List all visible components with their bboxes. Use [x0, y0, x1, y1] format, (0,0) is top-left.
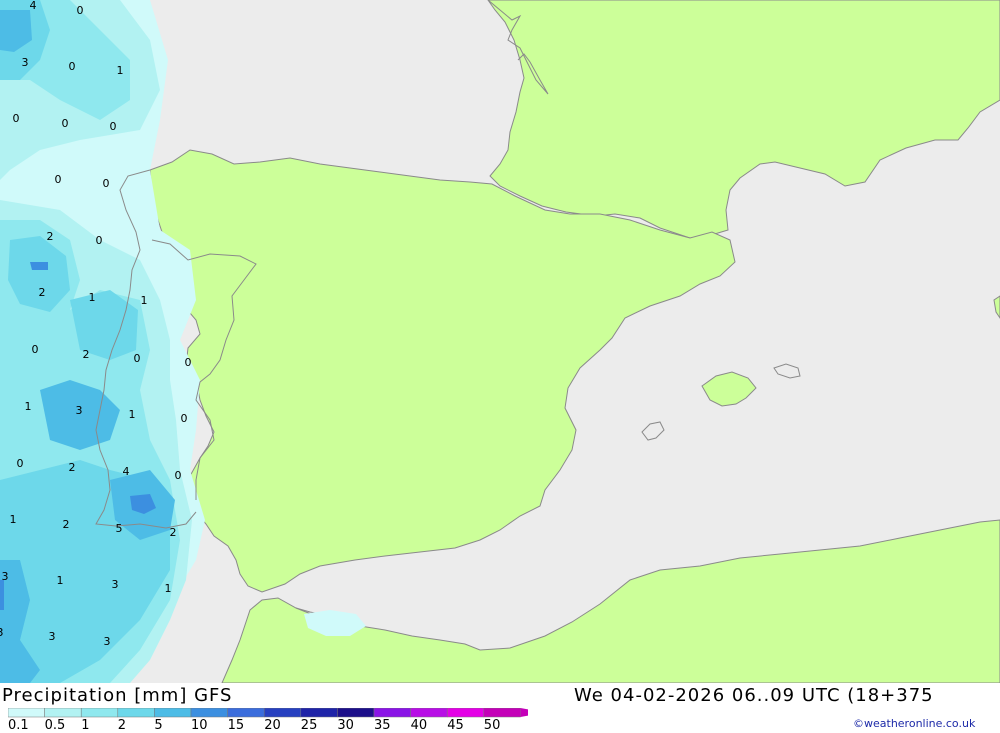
point-value: 2: [39, 286, 46, 299]
point-value: 0: [181, 412, 188, 425]
point-value: 1: [25, 400, 32, 413]
map-title: Precipitation [mm] GFS: [2, 685, 233, 706]
point-value: 0: [134, 352, 141, 365]
point-value: 1: [10, 513, 17, 526]
valid-time: We 04-02-2026 06..09 UTC (18+375: [574, 685, 934, 706]
point-value: 0: [13, 112, 20, 125]
point-value: 1: [89, 291, 96, 304]
legend-swatch: [446, 708, 485, 718]
point-value: 2: [69, 461, 76, 474]
point-value: 0: [110, 120, 117, 133]
legend-swatch: [227, 708, 265, 718]
legend-label: 35: [374, 718, 391, 730]
legend-swatch: [410, 708, 448, 718]
point-value: 4: [30, 0, 37, 12]
legend-swatch: [337, 708, 375, 718]
legend-label: 20: [264, 718, 281, 730]
legend-swatch: [263, 708, 302, 718]
point-value: 0: [69, 60, 76, 73]
legend-swatch: [44, 708, 82, 718]
point-value: 3: [104, 635, 111, 648]
legend-label: 5: [154, 718, 162, 730]
legend-label: 0.1: [8, 718, 29, 730]
legend-label: 40: [411, 718, 428, 730]
precip-band-10-mid: [30, 262, 48, 270]
legend-label: 2: [118, 718, 126, 730]
legend-swatch: [80, 708, 119, 718]
legend-label: 0.5: [45, 718, 66, 730]
point-value: 4: [123, 465, 130, 478]
credit-link[interactable]: ©weatheronline.co.uk: [853, 717, 975, 730]
legend-label: 1: [81, 718, 89, 730]
legend-swatch: [154, 708, 192, 718]
point-value: 0: [32, 343, 39, 356]
point-value: 2: [83, 348, 90, 361]
point-value: 0: [185, 356, 192, 369]
legend-swatch: [373, 708, 411, 718]
point-value: 0: [55, 173, 62, 186]
precipitation-map: 4 0 3 0 1 0 0 0 0 0 2 0 2 1 1 0 2 0 0 1 3 1 0 0 2 4 0 1 2 5 2 3 1 3 1 3 3 3: [0, 0, 1000, 683]
legend-label: 30: [337, 718, 354, 730]
point-value: 0: [103, 177, 110, 190]
point-value: 1: [141, 294, 148, 307]
point-value: 3: [112, 578, 119, 591]
legend-label: 50: [484, 718, 501, 730]
precip-band-10-sw: [0, 580, 4, 610]
legend-label: 15: [228, 718, 245, 730]
legend-swatch: [483, 708, 521, 718]
point-value: 3: [49, 630, 56, 643]
point-value: 3: [2, 570, 9, 583]
legend-swatch: [117, 708, 155, 718]
point-value: 0: [17, 457, 24, 470]
point-value: 0: [77, 4, 84, 17]
point-value: 0: [62, 117, 69, 130]
legend-label: 25: [301, 718, 318, 730]
point-value: 0: [96, 234, 103, 247]
legend-swatch: [190, 708, 228, 718]
point-value: 1: [57, 574, 64, 587]
legend-swatch: [8, 708, 45, 718]
point-value: 3: [22, 56, 29, 69]
footer: Precipitation [mm] GFS We 04-02-2026 06.…: [0, 683, 1000, 733]
point-value: 3: [76, 404, 83, 417]
point-value: 2: [47, 230, 54, 243]
point-value: 2: [63, 518, 70, 531]
point-value: 1: [117, 64, 124, 77]
point-value: 3: [0, 626, 4, 639]
point-value: 0: [175, 469, 182, 482]
legend-arrow: [520, 708, 528, 717]
legend-label: 45: [447, 718, 464, 730]
point-value: 1: [129, 408, 136, 421]
point-value: 1: [165, 582, 172, 595]
point-value: 5: [116, 522, 123, 535]
point-value: 2: [170, 526, 177, 539]
precipitation-legend: 0.1 0.5 1 2 5 10 15 20 25 30 35 40 45 50: [8, 708, 528, 730]
legend-label: 10: [191, 718, 208, 730]
legend-swatch: [300, 708, 338, 718]
